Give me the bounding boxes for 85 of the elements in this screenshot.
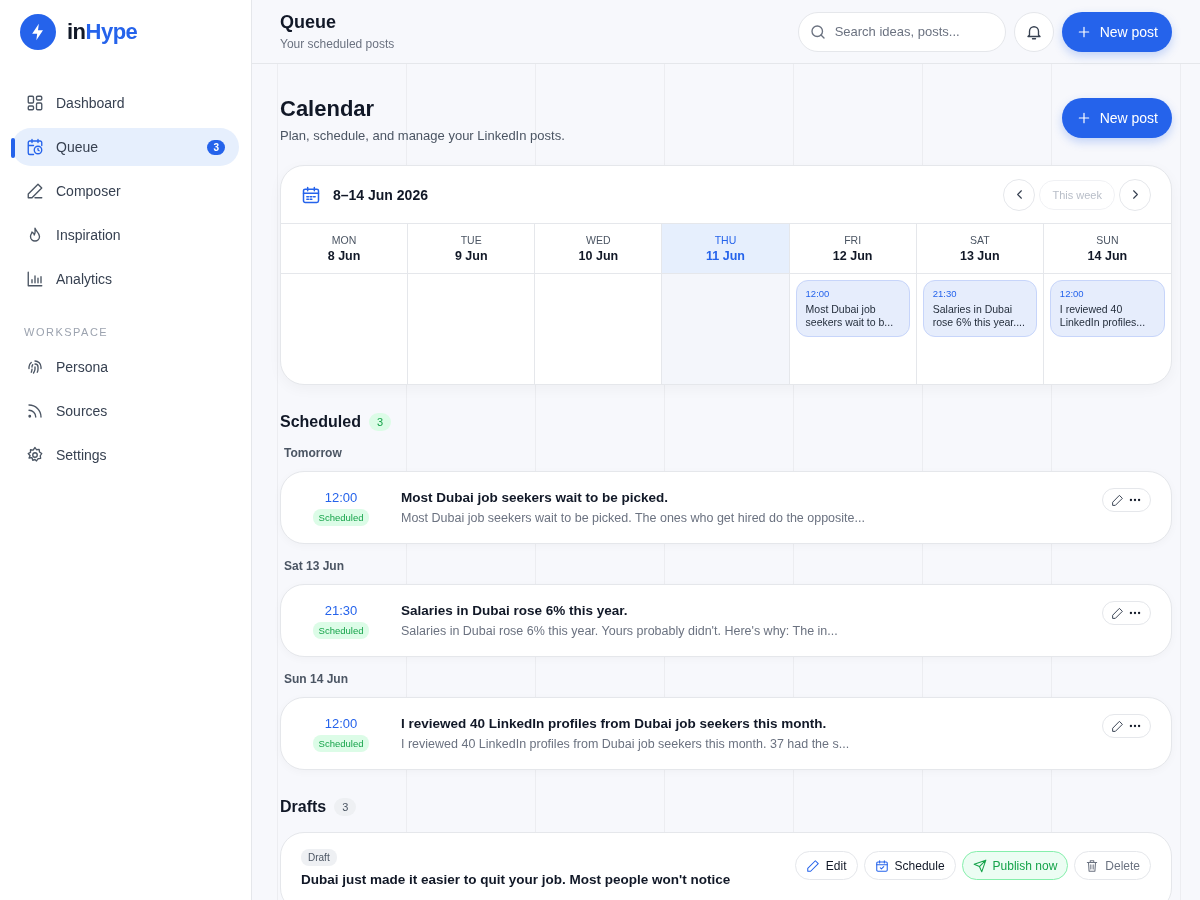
status-badge: Scheduled [312, 734, 370, 752]
new-post-button[interactable]: New post [1061, 98, 1172, 138]
nav-item[interactable]: Sources [12, 392, 239, 430]
pencil-icon [26, 182, 44, 200]
rss-icon [26, 402, 44, 420]
date-group-label: Tomorrow [284, 446, 343, 460]
date-label: 13 Jun [958, 249, 1001, 263]
post-actions-button[interactable] [1102, 488, 1151, 512]
weekday-label: FRI [843, 234, 863, 246]
post-actions-button[interactable] [1102, 601, 1151, 625]
event-text: I reviewed 40 LinkedIn profiles... [1059, 303, 1147, 330]
schedule-button[interactable]: Schedule [863, 851, 956, 880]
event-chip[interactable]: 12:00 Most Dubai job seekers wait to b... [795, 280, 910, 338]
weekday-label: SUN [1095, 234, 1120, 246]
logo-icon [20, 14, 56, 50]
draft-title: Dubai just made it easier to quit your job. Most people won't notice [301, 872, 731, 887]
post-time: 12:00 [324, 489, 358, 505]
section-title: Calendar [280, 96, 376, 122]
settings-icon [26, 446, 44, 464]
post-time: 21:30 [324, 602, 358, 618]
count-badge: 3 [368, 413, 392, 431]
event-text: Most Dubai job seekers wait to b... [805, 303, 895, 330]
pencil-icon [1111, 719, 1124, 733]
week-range: 8–14 Jun 2026 [333, 186, 428, 203]
post-excerpt: Salaries in Dubai rose 6% this year. Yours probably didn't. Here's why: The in... [401, 624, 839, 638]
status-badge: Scheduled [312, 621, 370, 639]
status-badge: Scheduled [312, 508, 370, 526]
date-label: 12 Jun [831, 249, 874, 263]
post-title: Most Dubai job seekers wait to be picked. [401, 490, 670, 505]
event-time: 12:00 [1059, 288, 1085, 299]
count-badge: 3 [334, 798, 357, 816]
search-field[interactable]: Search ideas, posts... [797, 11, 1006, 52]
event-text: Salaries in Dubai rose 6% this year.... [932, 303, 1026, 330]
section-heading: Scheduled [280, 413, 361, 431]
calendar-check-icon [874, 858, 889, 873]
date-label: 14 Jun [1086, 249, 1129, 263]
post-excerpt: I reviewed 40 LinkedIn profiles from Dubai job seekers this month. 37 had the s... [401, 737, 851, 751]
section-label: WORKSPACE [23, 326, 110, 338]
nav-item[interactable]: Queue 3 [12, 128, 239, 166]
weekday-label: THU [713, 234, 738, 246]
weekday-label: TUE [459, 234, 483, 246]
date-label: 11 Jun [705, 249, 746, 263]
bar-chart-icon [26, 270, 44, 288]
post-excerpt: Most Dubai job seekers wait to be picked. The ones who get hired do the opposite... [401, 511, 866, 525]
date-label: 9 Jun [453, 249, 489, 263]
calendar-icon [301, 184, 321, 205]
draft-badge: Draft [301, 849, 337, 866]
date-label: 10 Jun [577, 249, 620, 263]
date-group-label: Sat 13 Jun [284, 559, 346, 573]
new-post-button[interactable]: New post [1061, 11, 1172, 52]
weekday-label: WED [585, 234, 612, 246]
post-time: 12:00 [324, 715, 358, 731]
fingerprint-icon [26, 358, 44, 376]
nav-item[interactable]: Dashboard [12, 84, 239, 122]
edit-button[interactable]: Edit [794, 851, 858, 880]
grid-icon [26, 94, 44, 112]
pencil-icon [1111, 493, 1124, 507]
delete-button[interactable]: Delete [1074, 851, 1151, 880]
pencil-icon [1111, 606, 1124, 620]
page-title: Queue [280, 12, 337, 33]
page-subtitle: Your scheduled posts [280, 37, 395, 51]
post-title: Salaries in Dubai rose 6% this year. [401, 603, 629, 618]
send-icon [972, 858, 987, 873]
section-heading: Drafts [280, 798, 327, 816]
nav-item[interactable]: Analytics [12, 260, 239, 298]
weekday-label: MON [330, 234, 358, 246]
event-chip[interactable]: 21:30 Salaries in Dubai rose 6% this year.... [922, 280, 1037, 338]
date-group-label: Sun 14 Jun [284, 672, 349, 686]
event-time: 21:30 [932, 288, 958, 299]
trash-icon [1085, 858, 1100, 873]
count-badge: 3 [207, 139, 225, 155]
event-time: 12:00 [805, 288, 831, 299]
calendar-clock-icon [26, 138, 44, 156]
nav-item[interactable]: Composer [12, 172, 239, 210]
pencil-icon [805, 858, 820, 873]
date-label: 8 Jun [326, 249, 362, 263]
event-chip[interactable]: 12:00 I reviewed 40 LinkedIn profiles... [1049, 280, 1165, 338]
nav-item[interactable]: Settings [12, 436, 239, 474]
nav-item[interactable]: Inspiration [12, 216, 239, 254]
logo-text: inHype [67, 19, 138, 45]
post-actions-button[interactable] [1102, 714, 1151, 738]
nav-item[interactable]: Persona [12, 348, 239, 386]
post-title: I reviewed 40 LinkedIn profiles from Dubai job seekers this month. [401, 716, 828, 731]
weekday-label: SAT [968, 234, 991, 246]
section-subtitle: Plan, schedule, and manage your LinkedIn posts. [280, 128, 565, 143]
